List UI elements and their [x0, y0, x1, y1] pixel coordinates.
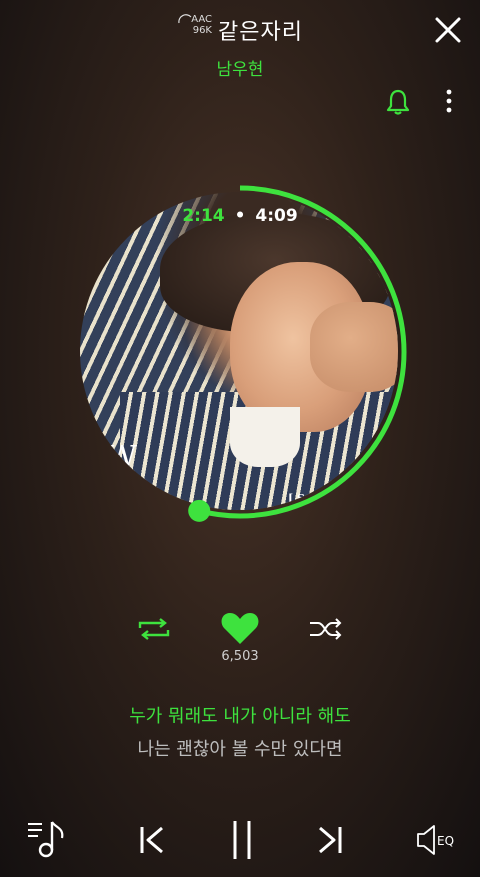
lyric-next-line[interactable]: 나는 괜찮아 볼 수만 있다면	[0, 735, 480, 761]
album-progress-area: W [ Secon	[70, 182, 410, 522]
progress-knob[interactable]	[188, 499, 211, 522]
eq-label: EQ	[437, 834, 454, 848]
quality-arc-icon	[178, 14, 192, 24]
next-icon[interactable]	[314, 822, 346, 858]
bell-icon[interactable]	[385, 88, 411, 116]
close-icon[interactable]	[432, 14, 464, 46]
heart-icon[interactable]	[220, 610, 260, 646]
more-vertical-icon[interactable]	[440, 88, 458, 116]
playback-time: 2:14 • 4:09	[70, 206, 410, 226]
progress-ring[interactable]	[70, 182, 410, 522]
equalizer-button[interactable]: EQ	[414, 822, 460, 858]
pause-icon[interactable]	[228, 818, 256, 862]
speaker-icon: EQ	[417, 825, 454, 855]
playlist-icon[interactable]	[26, 818, 68, 860]
like-count: 6,503	[221, 649, 259, 664]
total-time: 4:09	[255, 206, 298, 226]
previous-icon[interactable]	[136, 822, 168, 858]
audio-quality-badge: AAC 96K	[178, 14, 212, 42]
repeat-icon[interactable]	[136, 616, 172, 642]
quality-rate: 96K	[192, 25, 212, 36]
shuffle-icon[interactable]	[308, 616, 344, 642]
lyric-current-line[interactable]: 누가 뭐래도 내가 아니라 해도	[0, 702, 480, 728]
progress-arc	[73, 185, 407, 519]
time-separator: •	[234, 206, 246, 226]
song-title: 같은자리	[218, 20, 303, 45]
elapsed-time: 2:14	[182, 206, 225, 226]
artist-name[interactable]: 남우현	[0, 55, 480, 80]
